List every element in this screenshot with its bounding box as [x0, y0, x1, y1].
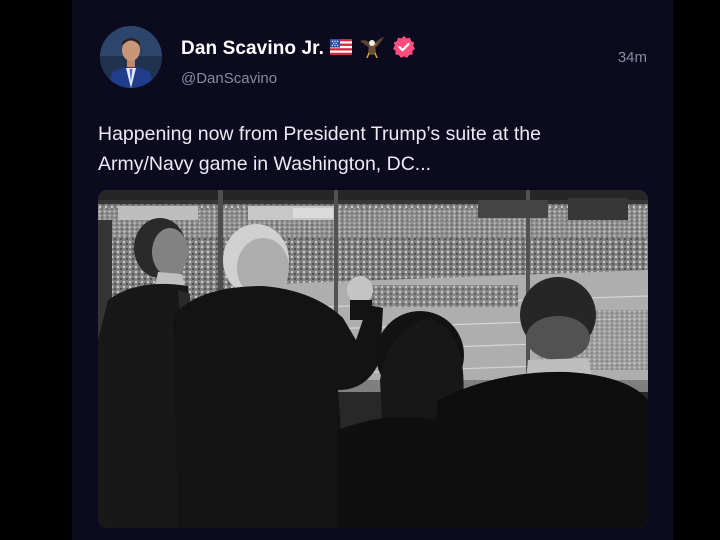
- post-timestamp[interactable]: 34m: [618, 49, 647, 66]
- post-card[interactable]: Dan Scavino Jr. @DanScavino 34m Happenin…: [72, 0, 673, 540]
- author-name-row: Dan Scavino Jr.: [181, 35, 416, 64]
- avatar[interactable]: [100, 26, 162, 88]
- verified-check-icon: [392, 35, 416, 64]
- author-handle[interactable]: @DanScavino: [181, 70, 277, 87]
- eagle-icon: [358, 35, 386, 64]
- us-flag-icon: [330, 38, 353, 60]
- post-text: Happening now from President Trump’s sui…: [98, 123, 541, 175]
- author-display-name[interactable]: Dan Scavino Jr.: [181, 38, 324, 60]
- post-photo[interactable]: [98, 190, 648, 528]
